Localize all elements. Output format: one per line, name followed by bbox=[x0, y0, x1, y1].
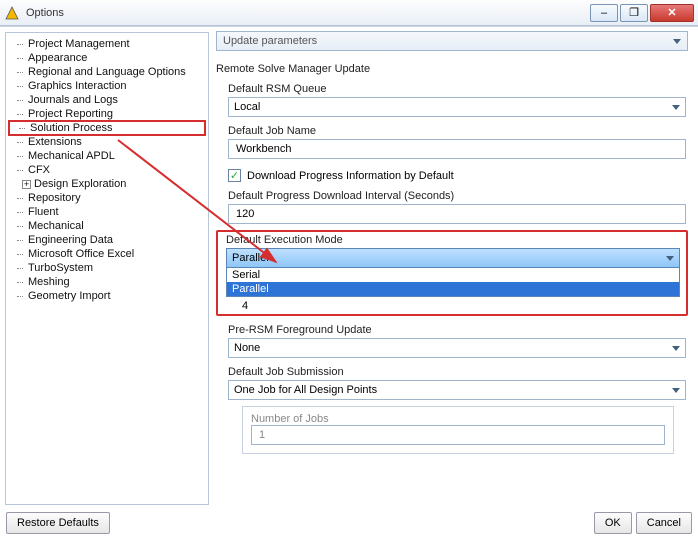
rsm-queue-label: Default RSM Queue bbox=[228, 83, 688, 95]
tree-item[interactable]: CFX bbox=[8, 163, 206, 177]
top-action-value: Update parameters bbox=[223, 35, 317, 47]
pre-rsm-value: None bbox=[234, 342, 260, 354]
tree-item[interactable]: Appearance bbox=[8, 51, 206, 65]
pre-rsm-combo[interactable]: None bbox=[228, 338, 686, 358]
tree-item[interactable]: Geometry Import bbox=[8, 289, 206, 303]
top-action-combo[interactable]: Update parameters bbox=[216, 31, 688, 51]
tree-item[interactable]: Regional and Language Options bbox=[8, 65, 206, 79]
close-icon: ✕ bbox=[667, 6, 676, 19]
tree-item[interactable]: Fluent bbox=[8, 205, 206, 219]
app-icon bbox=[4, 5, 20, 21]
progress-interval-label: Default Progress Download Interval (Seco… bbox=[228, 190, 688, 202]
tree-item[interactable]: Extensions bbox=[8, 135, 206, 149]
job-name-label: Default Job Name bbox=[228, 125, 688, 137]
chevron-down-icon bbox=[672, 105, 680, 110]
expand-icon[interactable]: + bbox=[22, 180, 31, 189]
download-progress-label: Download Progress Information by Default bbox=[247, 170, 454, 182]
job-submission-label: Default Job Submission bbox=[228, 366, 688, 378]
maximize-icon: ❐ bbox=[629, 6, 639, 19]
tree-item-label: Design Exploration bbox=[34, 178, 126, 190]
download-progress-checkbox[interactable]: ✓ bbox=[228, 169, 241, 182]
options-content: Update parameters Remote Solve Manager U… bbox=[212, 27, 698, 508]
job-submission-combo[interactable]: One Job for All Design Points bbox=[228, 380, 686, 400]
num-jobs-box: Number of Jobs bbox=[242, 406, 674, 454]
minimize-button[interactable]: – bbox=[590, 4, 618, 22]
check-icon: ✓ bbox=[230, 169, 239, 182]
exec-mode-combo[interactable]: Parallel bbox=[226, 248, 680, 268]
exec-mode-dropdown: Serial Parallel bbox=[226, 268, 680, 297]
progress-interval-field[interactable] bbox=[234, 207, 680, 221]
tree-item[interactable]: Mechanical bbox=[8, 219, 206, 233]
exec-mode-label: Default Execution Mode bbox=[226, 234, 682, 246]
exec-mode-value: Parallel bbox=[232, 252, 269, 264]
chevron-down-icon bbox=[672, 346, 680, 351]
tree-item[interactable]: Project Management bbox=[8, 37, 206, 51]
progress-interval-input[interactable] bbox=[228, 204, 686, 224]
job-name-field[interactable] bbox=[234, 142, 680, 156]
tree-item[interactable]: Graphics Interaction bbox=[8, 79, 206, 93]
maximize-button[interactable]: ❐ bbox=[620, 4, 648, 22]
tree-item[interactable]: Repository bbox=[8, 191, 206, 205]
tree-item[interactable]: +Design Exploration bbox=[8, 177, 206, 191]
cancel-button[interactable]: Cancel bbox=[636, 512, 692, 534]
exec-mode-option-parallel[interactable]: Parallel bbox=[227, 282, 679, 296]
exec-mode-option-serial[interactable]: Serial bbox=[227, 268, 679, 282]
tree-item[interactable]: Project Reporting bbox=[8, 107, 206, 121]
chevron-down-icon bbox=[673, 39, 681, 44]
tree-item[interactable]: Journals and Logs bbox=[8, 93, 206, 107]
tree-item[interactable]: Engineering Data bbox=[8, 233, 206, 247]
num-jobs-input[interactable] bbox=[251, 425, 665, 445]
chevron-down-icon bbox=[666, 256, 674, 261]
tree-item[interactable]: Mechanical APDL bbox=[8, 149, 206, 163]
num-jobs-label: Number of Jobs bbox=[251, 413, 665, 425]
tree-item[interactable]: TurboSystem bbox=[8, 261, 206, 275]
restore-defaults-button[interactable]: Restore Defaults bbox=[6, 512, 110, 534]
rsm-queue-combo[interactable]: Local bbox=[228, 97, 686, 117]
window-title: Options bbox=[26, 7, 590, 19]
chevron-down-icon bbox=[672, 388, 680, 393]
job-name-input[interactable] bbox=[228, 139, 686, 159]
section-title: Remote Solve Manager Update bbox=[216, 63, 688, 75]
options-tree: Project ManagementAppearanceRegional and… bbox=[5, 32, 209, 505]
job-submission-value: One Job for All Design Points bbox=[234, 384, 377, 396]
pre-rsm-label: Pre-RSM Foreground Update bbox=[228, 324, 688, 336]
tree-item[interactable]: Solution Process bbox=[8, 120, 206, 136]
rsm-queue-value: Local bbox=[234, 101, 260, 113]
minimize-icon: – bbox=[601, 7, 607, 19]
exec-mode-highlight: Default Execution Mode Parallel Serial P… bbox=[216, 230, 688, 316]
close-button[interactable]: ✕ bbox=[650, 4, 694, 22]
num-jobs-field[interactable] bbox=[257, 428, 659, 442]
dialog-footer: Restore Defaults OK Cancel bbox=[0, 508, 698, 538]
exec-mode-num: 4 bbox=[242, 300, 682, 312]
tree-item[interactable]: Microsoft Office Excel bbox=[8, 247, 206, 261]
titlebar: Options – ❐ ✕ bbox=[0, 0, 698, 26]
ok-button[interactable]: OK bbox=[594, 512, 632, 534]
tree-item[interactable]: Meshing bbox=[8, 275, 206, 289]
